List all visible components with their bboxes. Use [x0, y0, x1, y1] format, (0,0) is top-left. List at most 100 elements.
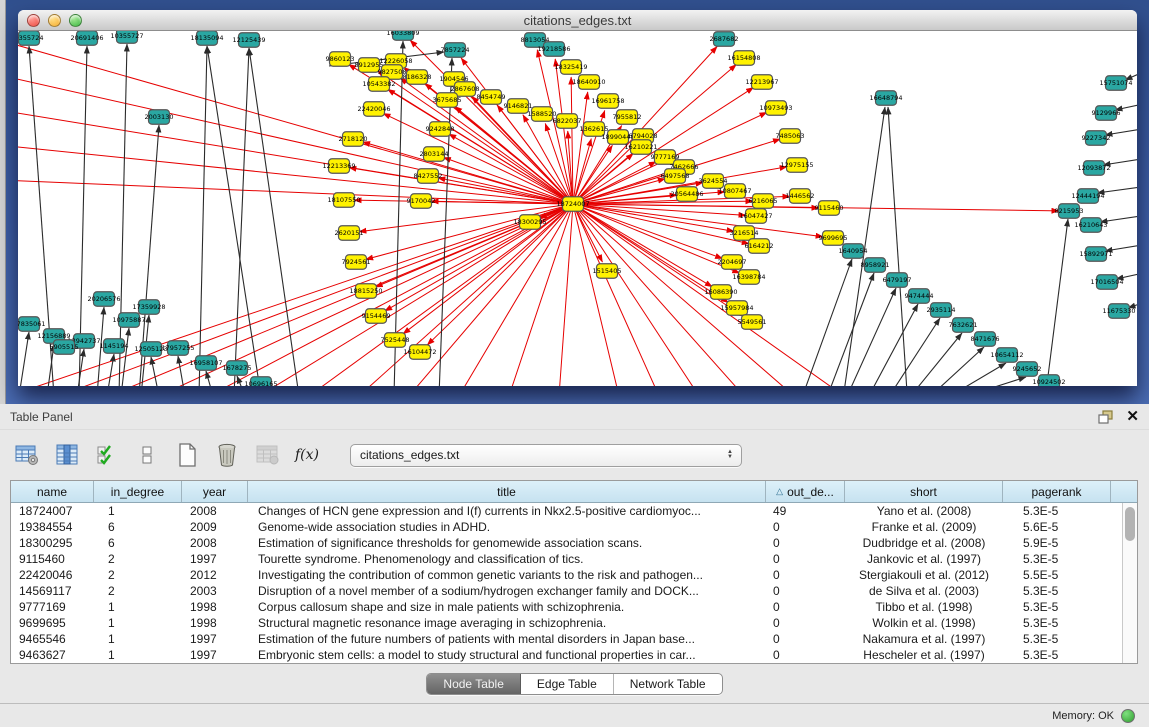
graph-node[interactable]: 3675685	[433, 93, 462, 108]
graph-node[interactable]: 6497568	[661, 169, 690, 184]
graph-node[interactable]: 9474444	[905, 289, 934, 304]
graph-node[interactable]: 9170042	[407, 194, 436, 209]
graph-node[interactable]: 12213967	[745, 75, 778, 90]
graph-node[interactable]: 20206576	[87, 292, 120, 307]
graph-node[interactable]: 16104472	[403, 345, 436, 360]
graph-node[interactable]: 16210643	[1074, 218, 1107, 233]
table-row[interactable]: 1456911722003Disruption of a novel membe…	[11, 583, 1137, 599]
graph-node[interactable]: 9245652	[1013, 362, 1042, 377]
column-header-title[interactable]: title	[248, 481, 766, 502]
tab-network-table[interactable]: Network Table	[614, 674, 722, 694]
float-window-icon[interactable]	[1098, 410, 1114, 424]
graph-node[interactable]: 9129966	[1092, 106, 1121, 121]
function-icon[interactable]: f(x)	[294, 442, 320, 468]
graph-node[interactable]: 2620151	[335, 226, 364, 241]
graph-node[interactable]: 17835061	[18, 317, 46, 332]
graph-node[interactable]: 12975155	[780, 158, 813, 173]
graph-node[interactable]: 16047427	[739, 209, 772, 224]
graph-node[interactable]: 15892971	[1079, 247, 1112, 262]
graph-node[interactable]: 8186328	[403, 70, 432, 85]
graph-node[interactable]: 12444194	[1071, 189, 1104, 204]
vertical-scrollbar[interactable]	[1122, 503, 1137, 663]
delete-icon[interactable]	[214, 442, 240, 468]
tab-node-table[interactable]: Node Table	[427, 674, 521, 694]
graph-node[interactable]: 9227342	[1082, 131, 1111, 146]
graph-node[interactable]: 6164212	[745, 239, 774, 254]
graph-node[interactable]: 2718120	[339, 132, 368, 147]
table-row[interactable]: 2242004622012Investigating the contribut…	[11, 567, 1137, 583]
graph-node[interactable]: 8454749	[477, 90, 506, 105]
graph-node[interactable]: 5549561	[738, 315, 767, 330]
graph-node[interactable]: 12093872	[1077, 161, 1110, 176]
column-header-in_degree[interactable]: in_degree	[94, 481, 182, 502]
graph-node[interactable]: 1678275	[223, 361, 252, 376]
graph-node[interactable]: 15751074	[1099, 76, 1132, 91]
table-row[interactable]: 1830029562008Estimation of significance …	[11, 535, 1137, 551]
graph-node[interactable]: 2803144	[420, 147, 449, 162]
network-view-window[interactable]: citations_edges.txt 18724007183002959860…	[18, 10, 1137, 386]
row-height-icon[interactable]	[134, 442, 160, 468]
graph-node[interactable]: 15957984	[720, 301, 753, 316]
graph-node[interactable]: 8427552	[414, 169, 443, 184]
graph-node[interactable]: 5905515	[50, 340, 79, 355]
graph-node[interactable]: 8958921	[861, 258, 890, 273]
column-header-year[interactable]: year	[182, 481, 248, 502]
graph-node[interactable]: 7955812	[613, 110, 642, 125]
graph-node[interactable]: 9242848	[426, 122, 455, 137]
graph-node[interactable]: 9115460	[815, 201, 844, 216]
table-selector-dropdown[interactable]: citations_edges.txt ▲▼	[350, 444, 742, 467]
network-window-titlebar[interactable]: citations_edges.txt	[18, 10, 1137, 31]
graph-node[interactable]: 16648794	[869, 91, 902, 106]
graph-node[interactable]: 11675330	[1102, 304, 1135, 319]
graph-node[interactable]: 6479197	[883, 273, 912, 288]
close-icon[interactable]: ✕	[1126, 409, 1139, 424]
graph-node[interactable]: 16154808	[727, 51, 760, 66]
graph-node[interactable]: 16033809	[386, 31, 419, 40]
table-row[interactable]: 1938455462009Genome-wide association stu…	[11, 519, 1137, 535]
graph-node[interactable]: 3216514	[730, 226, 759, 241]
graph-node[interactable]: 16961758	[591, 94, 624, 109]
graph-node[interactable]: 1145194	[100, 339, 129, 354]
graph-node[interactable]: 8215953	[1055, 204, 1084, 219]
citation-network-graph[interactable]: 1872400718300295986012389129551222605898…	[18, 31, 1137, 386]
table-row[interactable]: 977716911998Corpus callosum shape and si…	[11, 599, 1137, 615]
graph-node[interactable]: 1446562	[786, 189, 815, 204]
table-settings-icon[interactable]	[14, 442, 40, 468]
graph-node[interactable]: 8471676	[971, 332, 1000, 347]
graph-node[interactable]: 16086390	[704, 285, 737, 300]
scrollbar-thumb[interactable]	[1125, 507, 1135, 541]
graph-node[interactable]: 7525448	[381, 333, 410, 348]
table-row[interactable]: 911546021997Tourette syndrome. Phenomeno…	[11, 551, 1137, 567]
graph-node[interactable]: 9355724	[18, 31, 43, 45]
graph-node[interactable]: 10355727	[110, 31, 143, 43]
table-row[interactable]: 946554611997Estimation of the future num…	[11, 631, 1137, 647]
graph-node[interactable]: 9860123	[326, 52, 355, 67]
graph-node[interactable]: 1515405	[593, 264, 622, 279]
graph-node[interactable]: 9699695	[819, 231, 848, 246]
minimize-button[interactable]	[48, 14, 61, 27]
tab-edge-table[interactable]: Edge Table	[521, 674, 614, 694]
graph-node[interactable]: 18325419	[554, 60, 587, 75]
graph-node[interactable]: 18135094	[190, 31, 223, 45]
graph-node[interactable]: 7857224	[441, 43, 470, 58]
graph-node[interactable]: 16958107	[189, 356, 222, 371]
graph-node[interactable]: 10924502	[1032, 375, 1065, 386]
column-header-name[interactable]: name	[11, 481, 94, 502]
table-row[interactable]: 969969511998Structural magnetic resonanc…	[11, 615, 1137, 631]
graph-node[interactable]: 17359928	[132, 300, 165, 315]
select-rows-icon[interactable]	[94, 442, 120, 468]
graph-node[interactable]: 12213369	[322, 159, 355, 174]
graph-node[interactable]: 2687682	[710, 32, 739, 47]
graph-node[interactable]: 12125439	[232, 33, 265, 48]
column-header-pagerank[interactable]: pagerank	[1003, 481, 1111, 502]
network-canvas[interactable]: 1872400718300295986012389129551222605898…	[18, 31, 1137, 386]
graph-node[interactable]: 20691406	[70, 31, 103, 45]
graph-node[interactable]: 2003130	[145, 110, 174, 125]
close-button[interactable]	[27, 14, 40, 27]
graph-node[interactable]: 6216065	[749, 194, 778, 209]
graph-node[interactable]: 6822037	[553, 114, 582, 129]
column-select-icon[interactable]	[54, 442, 80, 468]
column-header-out_de[interactable]: △out_de...	[766, 481, 845, 502]
graph-node[interactable]: 7924561	[342, 255, 371, 270]
attribute-table[interactable]: namein_degreeyeartitle△out_de...shortpag…	[10, 480, 1138, 664]
